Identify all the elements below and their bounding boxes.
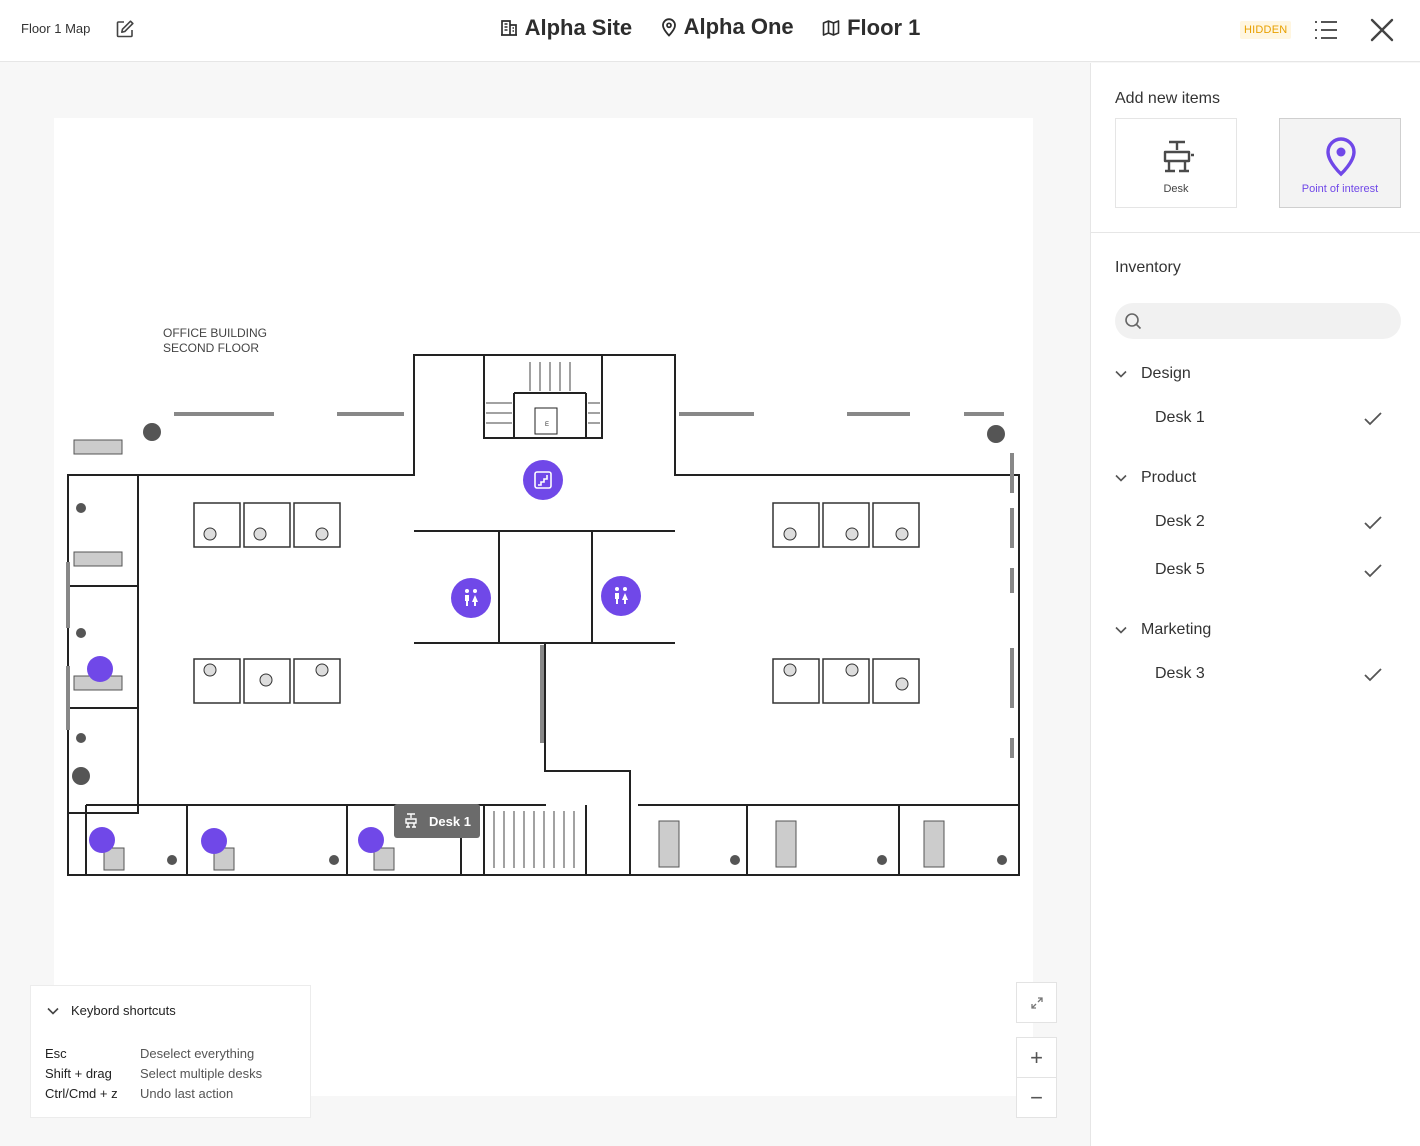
check-icon [1364,564,1382,578]
chevron-down-icon [1115,370,1127,378]
desk-marker-desk-1[interactable] [358,827,384,853]
group-name: Design [1141,365,1191,382]
plan-title-line2: SECOND FLOOR [163,341,259,355]
poi-restroom[interactable] [601,576,641,616]
divider [1091,232,1420,233]
inventory-item-desk-2[interactable]: Desk 2 [1155,513,1385,543]
add-poi-label: Point of interest [1301,183,1379,195]
breadcrumb: Alpha Site Alpha One Floor 1 [0,14,1420,42]
zoom-in-button[interactable]: + [1016,1037,1057,1078]
inventory-search [1115,303,1401,341]
location-pin-icon [1326,137,1356,177]
check-icon [1364,516,1382,530]
desk-tooltip: Desk 1 [394,804,480,838]
group-name: Product [1141,469,1197,486]
desk-tooltip-label: Desk 1 [429,813,471,829]
restroom-icon [615,587,628,604]
svg-text:E: E [545,422,549,428]
item-label: Desk 2 [1155,513,1205,530]
inventory-heading: Inventory [1115,259,1181,276]
chevron-down-icon [1115,626,1127,634]
shortcuts-title: Keybord shortcuts [71,1003,176,1018]
restroom-icon [465,589,478,606]
check-icon [1364,412,1382,426]
shortcut-key: Shift + drag [45,1066,112,1081]
breadcrumb-building-label: Alpha One [683,14,794,39]
add-desk-button[interactable]: Desk [1115,118,1237,208]
desk-marker[interactable] [87,656,113,682]
group-design[interactable]: Design [1115,365,1191,383]
shortcut-key: Esc [45,1046,67,1061]
add-point-of-interest-button[interactable]: Point of interest [1279,118,1401,208]
search-icon [1125,313,1142,330]
search-input[interactable] [1155,303,1389,341]
shortcut-key: Ctrl/Cmd + z [45,1086,118,1101]
item-label: Desk 3 [1155,665,1205,682]
add-items-heading: Add new items [1115,90,1220,107]
check-icon [1364,668,1382,682]
fit-screen-icon [1030,996,1043,1009]
keyboard-shortcuts-panel: Keybord shortcuts Esc Deselect everythin… [30,985,311,1118]
item-label: Desk 5 [1155,561,1205,578]
desk-icon [1163,140,1194,173]
map-canvas[interactable]: E OFFICE BUILDING SECOND FLOOR Desk 1 Ke… [0,63,1090,1146]
side-panel: Add new items Desk Point of interest Inv… [1090,63,1420,1146]
poi-stairs[interactable] [523,460,563,500]
stairs-icon [534,471,552,489]
map-icon [822,19,840,36]
item-label: Desk 1 [1155,409,1205,426]
breadcrumb-floor-label: Floor 1 [847,14,921,40]
poi-restroom[interactable] [451,578,491,618]
breadcrumb-floor[interactable]: Floor 1 [822,15,920,41]
desk-marker[interactable] [201,828,227,854]
inventory-item-desk-3[interactable]: Desk 3 [1155,665,1385,695]
group-name: Marketing [1141,621,1212,638]
group-marketing[interactable]: Marketing [1115,621,1211,639]
breadcrumb-building[interactable]: Alpha One [661,14,794,40]
group-product[interactable]: Product [1115,469,1196,487]
shortcut-desc: Deselect everything [140,1046,255,1061]
chevron-down-icon [1115,474,1127,482]
breadcrumb-site[interactable]: Alpha Site [500,14,633,41]
chevron-down-icon [47,1007,59,1015]
breadcrumb-site-label: Alpha Site [524,14,633,40]
desk-marker[interactable] [89,827,115,853]
floor-plan-image[interactable]: E OFFICE BUILDING SECOND FLOOR [54,118,1033,1096]
shortcut-desc: Select multiple desks [140,1066,263,1081]
zoom-out-button[interactable]: − [1016,1077,1057,1118]
inventory-item-desk-1[interactable]: Desk 1 [1155,409,1385,439]
fit-screen-button[interactable] [1016,982,1057,1023]
location-pin-icon [661,17,676,37]
add-desk-label: Desk [1163,183,1189,195]
inventory-item-desk-5[interactable]: Desk 5 [1155,561,1385,591]
close-icon[interactable] [1367,15,1397,45]
shortcuts-toggle[interactable]: Keybord shortcuts [47,1003,176,1018]
status-badge: HIDDEN [1240,21,1292,39]
building-icon [500,19,517,36]
floor-plan-drawing: E OFFICE BUILDING SECOND FLOOR [66,326,1020,876]
list-icon[interactable] [1312,16,1340,44]
plan-title-line1: OFFICE BUILDING [163,326,267,340]
shortcut-desc: Undo last action [140,1086,234,1101]
desk-icon [405,813,417,828]
top-bar: Floor 1 Map Alpha Site Alpha One Floor 1… [0,0,1420,62]
